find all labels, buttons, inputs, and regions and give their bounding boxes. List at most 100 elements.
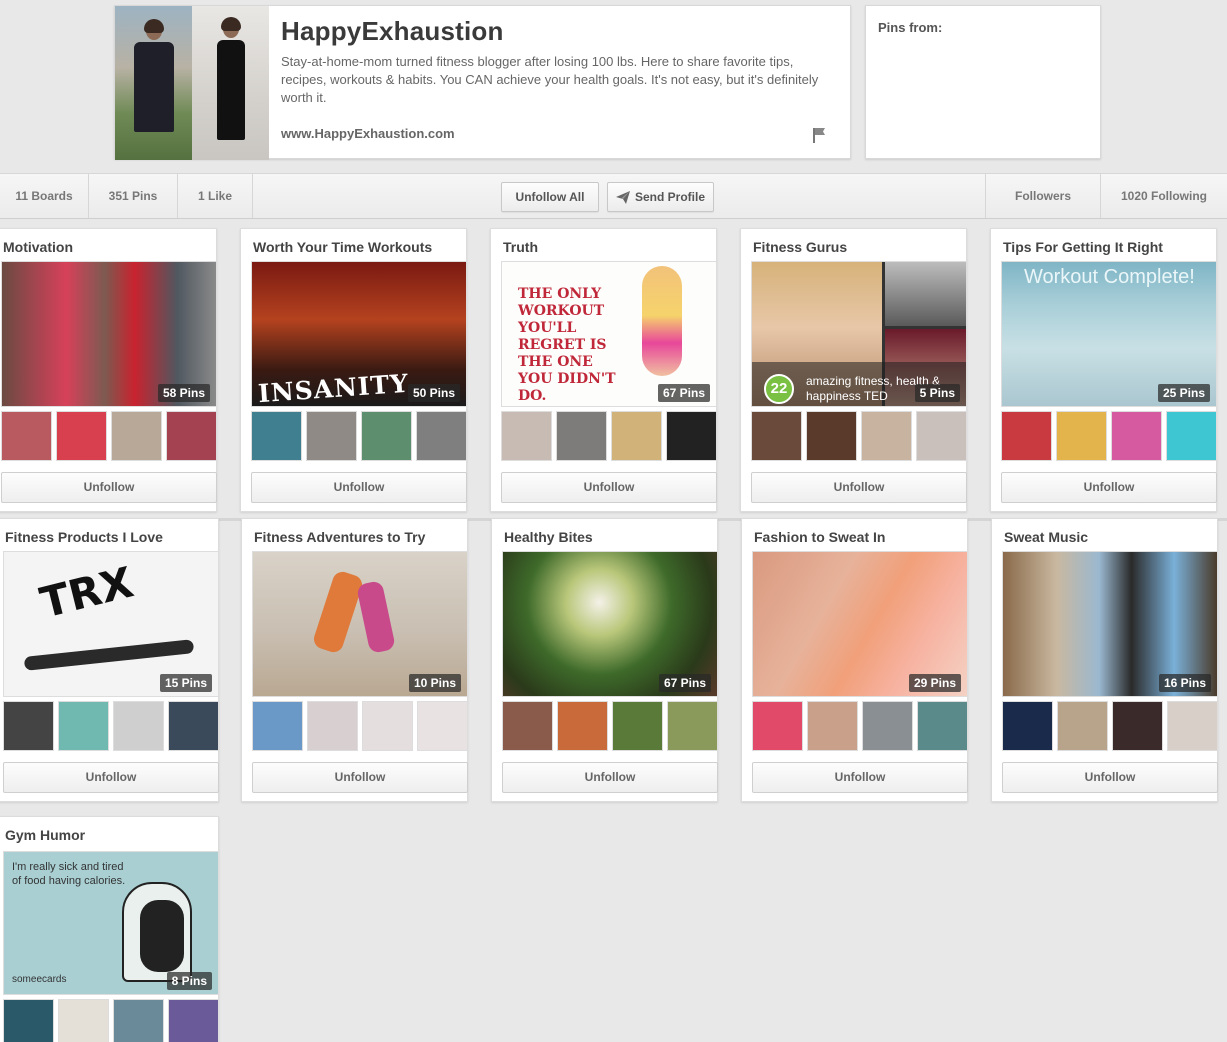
- board-title[interactable]: Fitness Products I Love: [5, 529, 163, 545]
- thumbnail[interactable]: [111, 411, 162, 461]
- board-card[interactable]: Fitness Adventures to Try 10 Pins Unfoll…: [241, 518, 468, 802]
- thumbnail[interactable]: [113, 999, 164, 1042]
- profile-website-link[interactable]: www.HappyExhaustion.com: [281, 126, 455, 141]
- thumbnail[interactable]: [556, 411, 607, 461]
- board-card[interactable]: Fitness Gurus 22 amazing fitness, health…: [740, 228, 967, 512]
- thumbnail[interactable]: [917, 701, 968, 751]
- thumbnail[interactable]: [501, 411, 552, 461]
- unfollow-button[interactable]: Unfollow: [251, 472, 467, 503]
- board-card[interactable]: Fashion to Sweat In 29 Pins Unfollow: [741, 518, 968, 802]
- board-cover[interactable]: TRX 15 Pins: [3, 551, 219, 697]
- thumbnail[interactable]: [3, 701, 54, 751]
- thumbnail[interactable]: [58, 701, 109, 751]
- board-cover[interactable]: 67 Pins: [502, 551, 718, 697]
- thumbnail[interactable]: [251, 411, 302, 461]
- board-cover[interactable]: THE ONLY WORKOUT YOU'LL REGRET IS THE ON…: [501, 261, 717, 407]
- board-title[interactable]: Healthy Bites: [504, 529, 593, 545]
- thumbnail[interactable]: [58, 999, 109, 1042]
- unfollow-button[interactable]: Unfollow: [502, 762, 718, 793]
- thumbnail[interactable]: [612, 701, 663, 751]
- avatar[interactable]: [115, 6, 269, 160]
- board-card[interactable]: Healthy Bites 67 Pins Unfollow: [491, 518, 718, 802]
- thumbnail[interactable]: [361, 411, 412, 461]
- board-card[interactable]: Fitness Products I Love TRX 15 Pins Unfo…: [0, 518, 219, 802]
- thumbnail[interactable]: [861, 411, 912, 461]
- board-cover[interactable]: 16 Pins: [1002, 551, 1218, 697]
- board-title[interactable]: Worth Your Time Workouts: [253, 239, 432, 255]
- board-card[interactable]: Truth THE ONLY WORKOUT YOU'LL REGRET IS …: [490, 228, 717, 512]
- board-title[interactable]: Fashion to Sweat In: [754, 529, 885, 545]
- thumbnail[interactable]: [1002, 701, 1053, 751]
- unfollow-button[interactable]: Unfollow: [1002, 762, 1218, 793]
- thumbnail[interactable]: [252, 701, 303, 751]
- likes-count-tab[interactable]: 1 Like: [178, 174, 253, 218]
- board-cover[interactable]: 22 amazing fitness, health & happiness T…: [751, 261, 967, 407]
- pins-from-label: Pins from:: [878, 20, 943, 35]
- board-card[interactable]: Tips For Getting It Right Workout Comple…: [990, 228, 1217, 512]
- followers-tab[interactable]: Followers: [985, 174, 1100, 218]
- thumbnail[interactable]: [1057, 701, 1108, 751]
- thumbnail[interactable]: [1111, 411, 1162, 461]
- board-cover[interactable]: INSANITY 50 Pins: [251, 261, 467, 407]
- unfollow-button[interactable]: Unfollow: [1001, 472, 1217, 503]
- flag-icon[interactable]: [812, 127, 826, 143]
- thumbnail[interactable]: [752, 701, 803, 751]
- thumbnail[interactable]: [667, 701, 718, 751]
- board-title[interactable]: Fitness Adventures to Try: [254, 529, 425, 545]
- board-cover[interactable]: I'm really sick and tired of food having…: [3, 851, 219, 995]
- thumbnail[interactable]: [113, 701, 164, 751]
- board-cover[interactable]: Workout Complete! 25 Pins: [1001, 261, 1217, 407]
- board-cover[interactable]: 10 Pins: [252, 551, 468, 697]
- before-photo: [115, 6, 192, 160]
- board-card[interactable]: Gym Humor I'm really sick and tired of f…: [0, 816, 219, 1042]
- unfollow-button[interactable]: Unfollow: [752, 762, 968, 793]
- board-title[interactable]: Gym Humor: [5, 827, 85, 843]
- thumbnail[interactable]: [1167, 701, 1218, 751]
- board-card[interactable]: Motivation 58 Pins Unfollow: [0, 228, 217, 512]
- send-profile-button[interactable]: Send Profile: [607, 182, 714, 212]
- thumbnail[interactable]: [1166, 411, 1217, 461]
- board-card[interactable]: Sweat Music 16 Pins Unfollow: [991, 518, 1218, 802]
- thumbnail[interactable]: [557, 701, 608, 751]
- thumbnail[interactable]: [1056, 411, 1107, 461]
- boards-count-tab[interactable]: 11 Boards: [0, 174, 89, 218]
- thumbnail[interactable]: [56, 411, 107, 461]
- unfollow-button[interactable]: Unfollow: [1, 472, 217, 503]
- board-cover[interactable]: 58 Pins: [1, 261, 217, 407]
- board-title[interactable]: Fitness Gurus: [753, 239, 847, 255]
- board-title[interactable]: Sweat Music: [1004, 529, 1088, 545]
- thumbnail[interactable]: [502, 701, 553, 751]
- thumbnail[interactable]: [751, 411, 802, 461]
- unfollow-all-button[interactable]: Unfollow All: [501, 182, 599, 212]
- thumbnail[interactable]: [666, 411, 717, 461]
- board-title[interactable]: Motivation: [3, 239, 73, 255]
- unfollow-button[interactable]: Unfollow: [751, 472, 967, 503]
- board-title[interactable]: Tips For Getting It Right: [1003, 239, 1163, 255]
- thumbnail[interactable]: [862, 701, 913, 751]
- board-card[interactable]: Worth Your Time Workouts INSANITY 50 Pin…: [240, 228, 467, 512]
- pins-count-tab[interactable]: 351 Pins: [89, 174, 178, 218]
- thumbnail[interactable]: [1, 411, 52, 461]
- thumbnail[interactable]: [807, 701, 858, 751]
- unfollow-button[interactable]: Unfollow: [252, 762, 468, 793]
- thumbnail[interactable]: [306, 411, 357, 461]
- thumbnail[interactable]: [168, 999, 219, 1042]
- thumbnail[interactable]: [362, 701, 413, 751]
- thumbnail[interactable]: [1001, 411, 1052, 461]
- thumbnail[interactable]: [166, 411, 217, 461]
- thumbnail[interactable]: [3, 999, 54, 1042]
- thumbnail[interactable]: [168, 701, 219, 751]
- thumbnail[interactable]: [611, 411, 662, 461]
- thumbnail[interactable]: [1112, 701, 1163, 751]
- thumbnail[interactable]: [416, 411, 467, 461]
- thumbnail[interactable]: [916, 411, 967, 461]
- unfollow-button[interactable]: Unfollow: [501, 472, 717, 503]
- thumbnail[interactable]: [417, 701, 468, 751]
- board-title[interactable]: Truth: [503, 239, 538, 255]
- board-cover[interactable]: 29 Pins: [752, 551, 968, 697]
- paper-plane-icon: [615, 191, 630, 204]
- following-tab[interactable]: 1020 Following: [1100, 174, 1227, 218]
- thumbnail[interactable]: [307, 701, 358, 751]
- unfollow-button[interactable]: Unfollow: [3, 762, 219, 793]
- thumbnail[interactable]: [806, 411, 857, 461]
